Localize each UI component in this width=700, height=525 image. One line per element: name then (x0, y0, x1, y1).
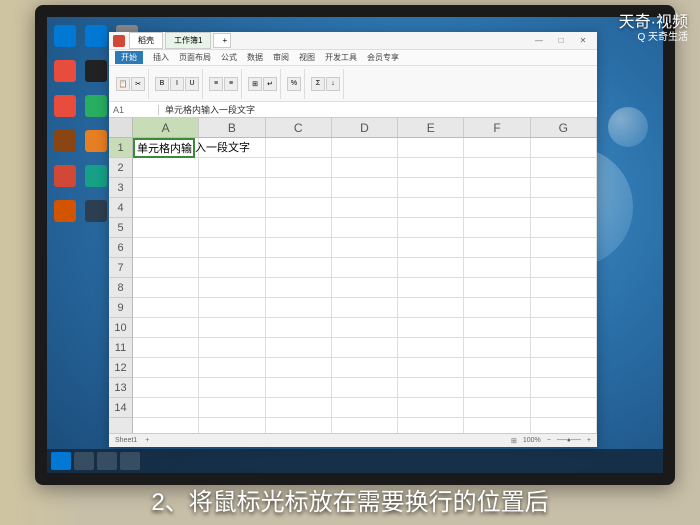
cell-grid[interactable]: 单元格内输 入一段文字 (133, 138, 597, 433)
underline-button[interactable]: U (185, 77, 199, 91)
row-header[interactable]: 9 (109, 298, 132, 318)
monitor-frame: 稻壳 工作簿1 + — □ ✕ 开始 插入 页面布局 公式 数据 审阅 视图 开… (35, 5, 675, 485)
wrap-button[interactable]: ↵ (263, 77, 277, 91)
paste-button[interactable]: 📋 (116, 77, 130, 91)
maximize-button[interactable]: □ (551, 34, 571, 48)
column-header[interactable]: A (133, 118, 199, 137)
menu-formula[interactable]: 公式 (221, 52, 237, 63)
desktop-shortcut[interactable] (82, 165, 110, 197)
column-header[interactable]: B (199, 118, 265, 137)
menu-bar: 开始 插入 页面布局 公式 数据 审阅 视图 开发工具 会员专享 (109, 50, 597, 66)
zoom-out-button[interactable]: − (547, 437, 551, 444)
desktop-shortcut[interactable] (51, 25, 79, 57)
formula-bar: A1 单元格内输入一段文字 (109, 102, 597, 118)
align-left-button[interactable]: ≡ (209, 77, 223, 91)
sort-button[interactable]: ↓ (326, 77, 340, 91)
minimize-button[interactable]: — (529, 34, 549, 48)
column-header[interactable]: E (398, 118, 464, 137)
titlebar: 稻壳 工作簿1 + — □ ✕ (109, 32, 597, 50)
tab-docer[interactable]: 稻壳 (129, 32, 163, 49)
zoom-level[interactable]: 100% (523, 437, 541, 444)
italic-button[interactable]: I (170, 77, 184, 91)
menu-insert[interactable]: 插入 (153, 52, 169, 63)
formula-input[interactable]: 单元格内输入一段文字 (159, 103, 597, 116)
spreadsheet-window: 稻壳 工作簿1 + — □ ✕ 开始 插入 页面布局 公式 数据 审阅 视图 开… (109, 32, 597, 447)
taskbar-app[interactable] (120, 452, 140, 470)
desktop-shortcut[interactable] (82, 200, 110, 232)
row-header[interactable]: 5 (109, 218, 132, 238)
watermark-sub: Q 天奇生活 (637, 28, 688, 43)
cell-a1-active[interactable]: 单元格内输 (133, 138, 195, 158)
wallpaper-bubble (608, 107, 648, 147)
taskbar-app[interactable] (97, 452, 117, 470)
column-header[interactable]: F (464, 118, 530, 137)
cell-a1-overflow: 入一段文字 (195, 138, 250, 158)
menu-layout[interactable]: 页面布局 (179, 52, 211, 63)
row-header[interactable]: 8 (109, 278, 132, 298)
bold-button[interactable]: B (155, 77, 169, 91)
desktop-shortcut[interactable] (82, 130, 110, 162)
view-icon[interactable]: ⊞ (511, 437, 517, 445)
column-header[interactable]: D (332, 118, 398, 137)
app-logo-icon (113, 35, 125, 47)
row-header[interactable]: 2 (109, 158, 132, 178)
column-headers: ABCDEFG (133, 118, 597, 138)
menu-view[interactable]: 视图 (299, 52, 315, 63)
row-header[interactable]: 11 (109, 338, 132, 358)
menu-member[interactable]: 会员专享 (367, 52, 399, 63)
menu-data[interactable]: 数据 (247, 52, 263, 63)
row-header[interactable]: 6 (109, 238, 132, 258)
desktop-shortcut[interactable] (51, 200, 79, 232)
desktop-shortcut[interactable] (51, 130, 79, 162)
desktop-shortcut[interactable] (82, 60, 110, 92)
row-headers: 1234567891011121314 (109, 138, 133, 433)
menu-review[interactable]: 审阅 (273, 52, 289, 63)
row-header[interactable]: 13 (109, 378, 132, 398)
desktop-screen: 稻壳 工作簿1 + — □ ✕ 开始 插入 页面布局 公式 数据 审阅 视图 开… (47, 17, 663, 473)
desktop-shortcut[interactable] (82, 95, 110, 127)
row-header[interactable]: 1 (109, 138, 132, 158)
start-button[interactable] (51, 452, 71, 470)
desktop-shortcut[interactable] (51, 165, 79, 197)
zoom-slider[interactable]: ──●── (557, 437, 581, 444)
close-button[interactable]: ✕ (573, 34, 593, 48)
select-all-corner[interactable] (109, 118, 133, 138)
merge-button[interactable]: ⊞ (248, 77, 262, 91)
taskbar (47, 449, 663, 473)
sheet-tab[interactable]: Sheet1 (115, 437, 137, 444)
ribbon-toolbar: 📋✂ BIU ≡≡ ⊞↵ % Σ↓ (109, 66, 597, 102)
align-center-button[interactable]: ≡ (224, 77, 238, 91)
sum-button[interactable]: Σ (311, 77, 325, 91)
desktop-shortcut[interactable] (51, 60, 79, 92)
format-button[interactable]: % (287, 77, 301, 91)
tab-new[interactable]: + (213, 33, 231, 48)
tab-workbook[interactable]: 工作簿1 (165, 32, 211, 49)
zoom-in-button[interactable]: + (587, 437, 591, 444)
row-header[interactable]: 14 (109, 398, 132, 418)
video-subtitle: 2、将鼠标光标放在需要换行的位置后 (0, 482, 700, 517)
desktop-shortcut[interactable] (82, 25, 110, 57)
row-header[interactable]: 10 (109, 318, 132, 338)
row-header[interactable]: 4 (109, 198, 132, 218)
menu-dev[interactable]: 开发工具 (325, 52, 357, 63)
cell-reference[interactable]: A1 (109, 105, 159, 115)
cut-button[interactable]: ✂ (131, 77, 145, 91)
row-header[interactable]: 12 (109, 358, 132, 378)
column-header[interactable]: C (266, 118, 332, 137)
row-header[interactable]: 7 (109, 258, 132, 278)
taskbar-app[interactable] (74, 452, 94, 470)
status-bar: Sheet1 + ⊞ 100% − ──●── + (109, 433, 597, 447)
row-header[interactable]: 3 (109, 178, 132, 198)
column-header[interactable]: G (531, 118, 597, 137)
menu-home[interactable]: 开始 (115, 51, 143, 64)
desktop-shortcut[interactable] (51, 95, 79, 127)
